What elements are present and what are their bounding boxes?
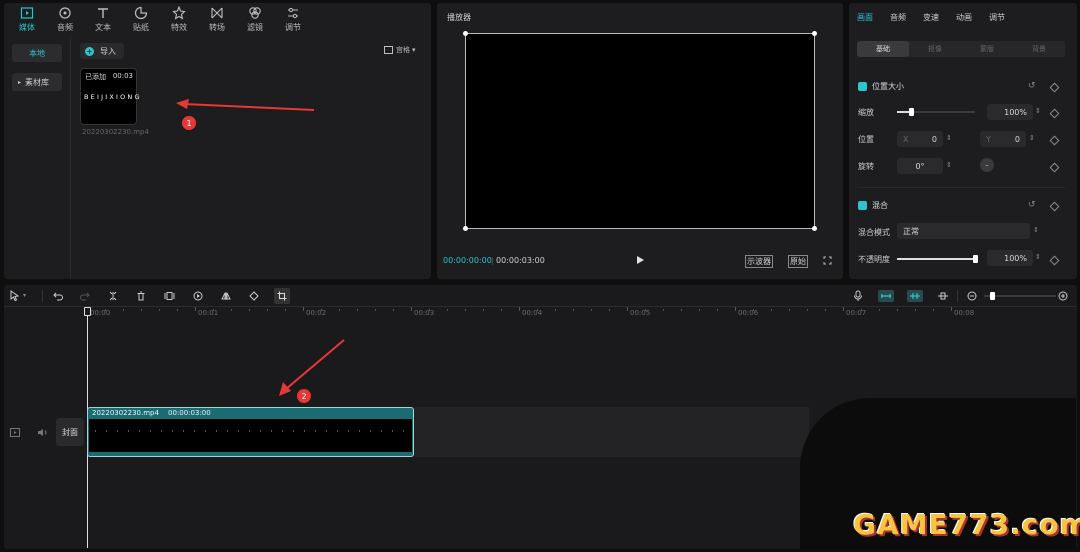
annotation-marker-2: 2	[297, 389, 311, 403]
annotation-arrow-2	[279, 339, 345, 396]
watermark-logo: GAME773.com	[853, 508, 1080, 541]
